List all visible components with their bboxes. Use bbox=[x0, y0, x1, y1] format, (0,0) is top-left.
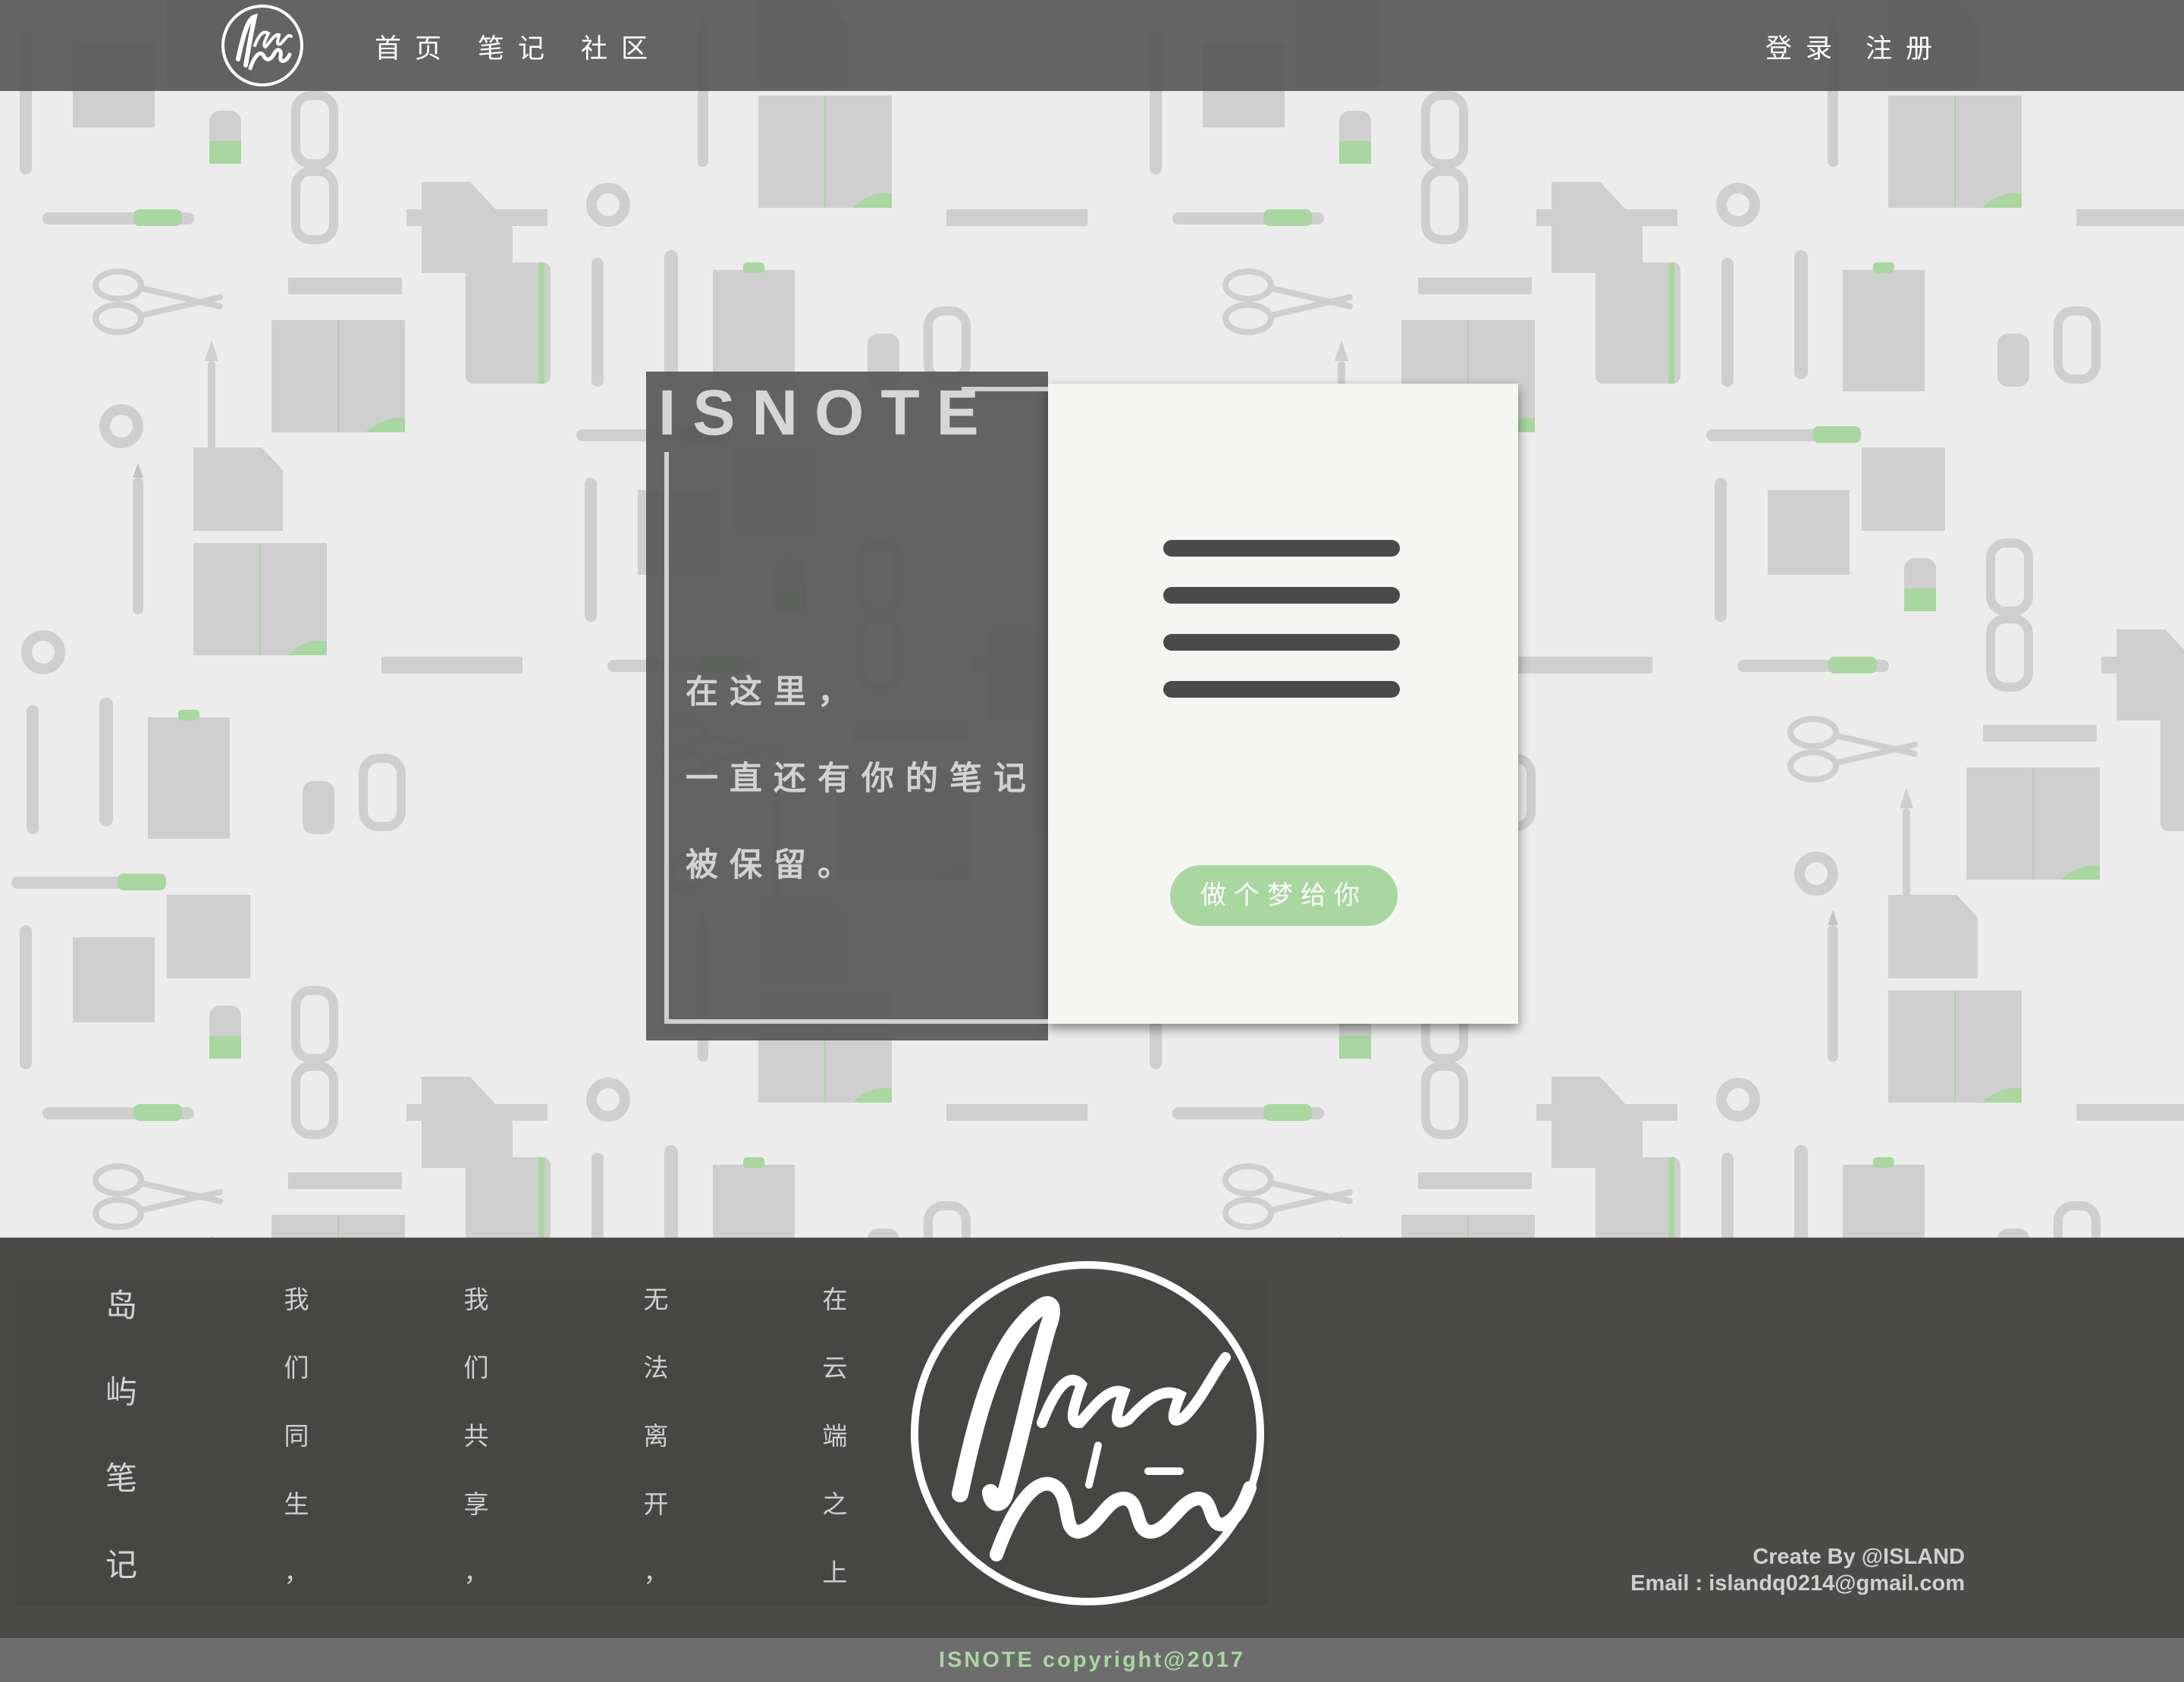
hero-action-card: 做个梦给你 bbox=[1048, 384, 1518, 1024]
nav-link-home[interactable]: 首页 bbox=[375, 27, 455, 66]
footer-credits: Create By @ISLAND Email : islandq0214@gm… bbox=[1630, 1544, 1965, 1597]
auth-nav: 登录 注册 bbox=[1765, 27, 1966, 66]
footer-verse-column: 我们共享， bbox=[463, 1285, 489, 1587]
hero-title: ISNOTE bbox=[658, 377, 996, 448]
footer-verse-column: 在云端之上。 bbox=[822, 1285, 848, 1655]
footer: 岛屿笔记 我们同生， 我们共享， 无法离开， 在云端之上。 Create By … bbox=[0, 1238, 2184, 1655]
credit-email[interactable]: Email : islandq0214@gmail.com bbox=[1630, 1571, 1965, 1597]
dream-button[interactable]: 做个梦给你 bbox=[1170, 865, 1398, 926]
footer-brand-logo bbox=[907, 1257, 1268, 1612]
nav-link-notes[interactable]: 笔记 bbox=[478, 27, 558, 66]
hero-tagline-line: 在这里， bbox=[686, 673, 861, 711]
footer-verse-column: 我们同生， bbox=[284, 1285, 309, 1587]
top-navbar: 首页 笔记 社区 登录 注册 bbox=[0, 0, 2184, 91]
copyright-text: ISNOTE copyright@2017 bbox=[939, 1648, 1245, 1672]
footer-title-vertical: 岛屿笔记 bbox=[105, 1287, 137, 1583]
footer-verse-column: 无法离开， bbox=[643, 1285, 669, 1587]
hero-tagline-line: 一直还有你的笔记 bbox=[686, 760, 1037, 798]
hero-frame-line bbox=[664, 452, 669, 1024]
hero-frame-line bbox=[664, 1019, 1048, 1024]
hamburger-menu-icon[interactable] bbox=[1163, 540, 1400, 728]
main-nav: 首页 笔记 社区 bbox=[375, 27, 684, 66]
hero-tagline: 在这里， 一直还有你的笔记 被保留。 bbox=[686, 666, 1037, 925]
nav-link-community[interactable]: 社区 bbox=[581, 27, 661, 66]
register-link[interactable]: 注册 bbox=[1866, 27, 1946, 66]
login-link[interactable]: 登录 bbox=[1765, 27, 1846, 66]
hero-tagline-line: 被保留。 bbox=[686, 846, 861, 884]
credit-author: Create By @ISLAND bbox=[1753, 1545, 1965, 1569]
copyright-bar: ISNOTE copyright@2017 bbox=[0, 1638, 2184, 1682]
brand-logo[interactable] bbox=[215, 0, 309, 91]
